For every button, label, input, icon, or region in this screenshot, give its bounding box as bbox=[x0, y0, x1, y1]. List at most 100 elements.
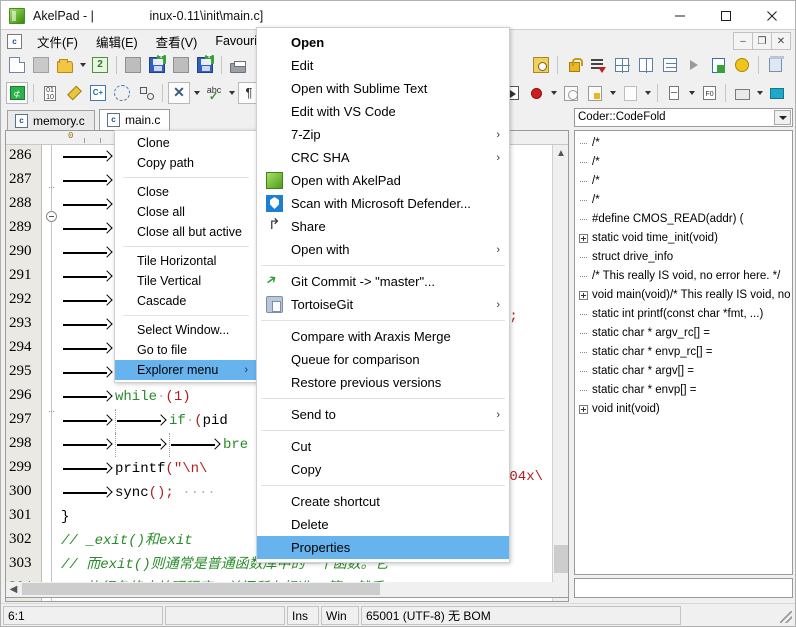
code-line[interactable] bbox=[61, 217, 115, 241]
scrollbar-icon[interactable] bbox=[663, 82, 685, 104]
resize-grip-icon[interactable] bbox=[779, 610, 793, 624]
menu-item-create-shortcut[interactable]: Create shortcut bbox=[257, 490, 509, 513]
maximize-button[interactable] bbox=[703, 1, 749, 30]
tile-grid-icon[interactable] bbox=[611, 54, 633, 76]
code-line[interactable]: sync(); ···· bbox=[61, 481, 216, 505]
new-file-gray-icon[interactable] bbox=[30, 54, 52, 76]
save-all-icon[interactable] bbox=[146, 54, 168, 76]
menu-item-copy[interactable]: Copy bbox=[257, 458, 509, 481]
code-line[interactable]: printf("\n\ bbox=[61, 457, 207, 481]
menu-item-open[interactable]: Open bbox=[257, 31, 509, 54]
new-file-icon[interactable] bbox=[6, 54, 28, 76]
code-line[interactable]: } bbox=[61, 505, 69, 529]
codefold-plugin-select[interactable]: Coder::CodeFold bbox=[574, 108, 793, 127]
expand-plus-icon[interactable] bbox=[579, 405, 588, 414]
cpp-syntax-icon[interactable]: C+ bbox=[87, 82, 109, 104]
window-context-menu[interactable]: CloneCopy pathCloseClose allClose all bu… bbox=[114, 130, 258, 383]
keyboard-icon[interactable] bbox=[731, 82, 753, 104]
menu-item-clone[interactable]: Clone bbox=[115, 133, 257, 153]
expand-plus-icon[interactable] bbox=[579, 234, 588, 243]
horizontal-scroll-thumb[interactable] bbox=[22, 583, 380, 595]
menu-item-delete[interactable]: Delete bbox=[257, 513, 509, 536]
code-line[interactable]: bre bbox=[61, 433, 248, 457]
minimize-panel-icon[interactable] bbox=[766, 82, 788, 104]
menu-item-restore-previous-versions[interactable]: Restore previous versions bbox=[257, 371, 509, 394]
settings-sun-icon[interactable] bbox=[731, 54, 753, 76]
code-line[interactable] bbox=[61, 289, 115, 313]
reload-file-icon[interactable]: 2 bbox=[89, 54, 111, 76]
menu-item-open-with-sublime-text[interactable]: Open with Sublime Text bbox=[257, 77, 509, 100]
code-line[interactable] bbox=[61, 361, 115, 385]
menu-file[interactable]: 文件(F) bbox=[28, 30, 87, 53]
code-line[interactable]: // _exit()和exit bbox=[61, 529, 193, 553]
lock-icon[interactable] bbox=[563, 54, 585, 76]
code-tree-icon[interactable] bbox=[135, 82, 157, 104]
spellcheck-dropdown-icon[interactable] bbox=[226, 82, 237, 104]
close-x-icon[interactable]: ✕ bbox=[168, 82, 190, 104]
print-icon[interactable] bbox=[227, 54, 249, 76]
explorer-context-menu[interactable]: OpenEditOpen with Sublime TextEdit with … bbox=[256, 27, 510, 563]
menu-item-share[interactable]: Share bbox=[257, 215, 509, 238]
codefold-tree[interactable]: /*/*/*/*#define CMOS_READ(addr) (static … bbox=[574, 130, 793, 575]
sessions-icon[interactable] bbox=[619, 82, 641, 104]
menu-item-open-with-akelpad[interactable]: Open with AkelPad bbox=[257, 169, 509, 192]
editor-vertical-scrollbar[interactable]: ▲ ▼ bbox=[552, 145, 568, 602]
menu-item-cut[interactable]: Cut bbox=[257, 435, 509, 458]
coder-plugin-icon[interactable]: ⊄ bbox=[6, 82, 28, 104]
code-line[interactable] bbox=[61, 241, 115, 265]
code-line[interactable]: if·(pid bbox=[61, 409, 228, 433]
open-folder-icon[interactable] bbox=[54, 54, 76, 76]
menu-item-send-to[interactable]: Send to› bbox=[257, 403, 509, 426]
vertical-scroll-thumb[interactable] bbox=[554, 545, 568, 573]
code-line[interactable] bbox=[61, 193, 115, 217]
save-as-gray-icon[interactable] bbox=[170, 54, 192, 76]
tile-vertical-icon[interactable] bbox=[635, 54, 657, 76]
mdi-close-button[interactable]: ✕ bbox=[771, 32, 791, 50]
notepad-icon[interactable] bbox=[764, 54, 786, 76]
macro-record-icon[interactable] bbox=[525, 82, 547, 104]
color-palette-icon[interactable] bbox=[111, 82, 133, 104]
scroll-up-arrow-icon[interactable]: ▲ bbox=[553, 145, 569, 161]
spellcheck-icon[interactable]: abc bbox=[203, 82, 225, 104]
code-line[interactable]: while·(1) bbox=[61, 385, 191, 409]
menu-item-copy-path[interactable]: Copy path bbox=[115, 153, 257, 173]
menu-edit[interactable]: 编辑(E) bbox=[87, 30, 147, 53]
menu-item-open-with[interactable]: Open with› bbox=[257, 238, 509, 261]
code-line[interactable] bbox=[61, 169, 115, 193]
menu-item-close[interactable]: Close bbox=[115, 182, 257, 202]
snapshot-icon[interactable] bbox=[530, 54, 552, 76]
run-icon[interactable] bbox=[683, 54, 705, 76]
tile-horizontal-icon[interactable] bbox=[659, 54, 681, 76]
menu-item-select-window[interactable]: Select Window... bbox=[115, 320, 257, 340]
close-button[interactable] bbox=[749, 1, 795, 30]
tab-main-c[interactable]: c main.c bbox=[99, 109, 170, 130]
markers-icon[interactable] bbox=[587, 54, 609, 76]
open-dropdown-arrow-icon[interactable] bbox=[77, 54, 88, 76]
mdi-minimize-button[interactable]: – bbox=[733, 32, 753, 50]
save-copy-icon[interactable] bbox=[194, 54, 216, 76]
menu-item-crc-sha[interactable]: CRC SHA› bbox=[257, 146, 509, 169]
format-table-icon[interactable] bbox=[698, 82, 720, 104]
editor-horizontal-scrollbar[interactable]: ◀ bbox=[5, 582, 569, 598]
menu-item-7-zip[interactable]: 7-Zip› bbox=[257, 123, 509, 146]
code-line[interactable] bbox=[61, 313, 115, 337]
menu-item-cascade[interactable]: Cascade bbox=[115, 291, 257, 311]
scrollbar-dropdown-icon[interactable] bbox=[686, 82, 697, 104]
menu-item-close-all-but-active[interactable]: Close all but active bbox=[115, 222, 257, 242]
chevron-down-icon[interactable] bbox=[774, 110, 791, 125]
clipboard-lock-icon[interactable] bbox=[584, 82, 606, 104]
menu-item-tortoisegit[interactable]: TortoiseGit› bbox=[257, 293, 509, 316]
menu-item-edit[interactable]: Edit bbox=[257, 54, 509, 77]
highlight-marker-icon[interactable] bbox=[63, 82, 85, 104]
menu-item-tile-horizontal[interactable]: Tile Horizontal bbox=[115, 251, 257, 271]
line-numbers-icon[interactable]: 0110 bbox=[39, 82, 61, 104]
menu-item-explorer-menu[interactable]: Explorer menu› bbox=[115, 360, 257, 380]
document-export-icon[interactable] bbox=[707, 54, 729, 76]
menu-item-queue-for-comparison[interactable]: Queue for comparison bbox=[257, 348, 509, 371]
menu-item-tile-vertical[interactable]: Tile Vertical bbox=[115, 271, 257, 291]
menu-item-git-commit-master[interactable]: Git Commit -> "master"... bbox=[257, 270, 509, 293]
recent-files-icon[interactable] bbox=[560, 82, 582, 104]
close-x-dropdown-icon[interactable] bbox=[191, 82, 202, 104]
code-line[interactable] bbox=[61, 145, 115, 169]
menu-item-properties[interactable]: Properties bbox=[257, 536, 509, 559]
